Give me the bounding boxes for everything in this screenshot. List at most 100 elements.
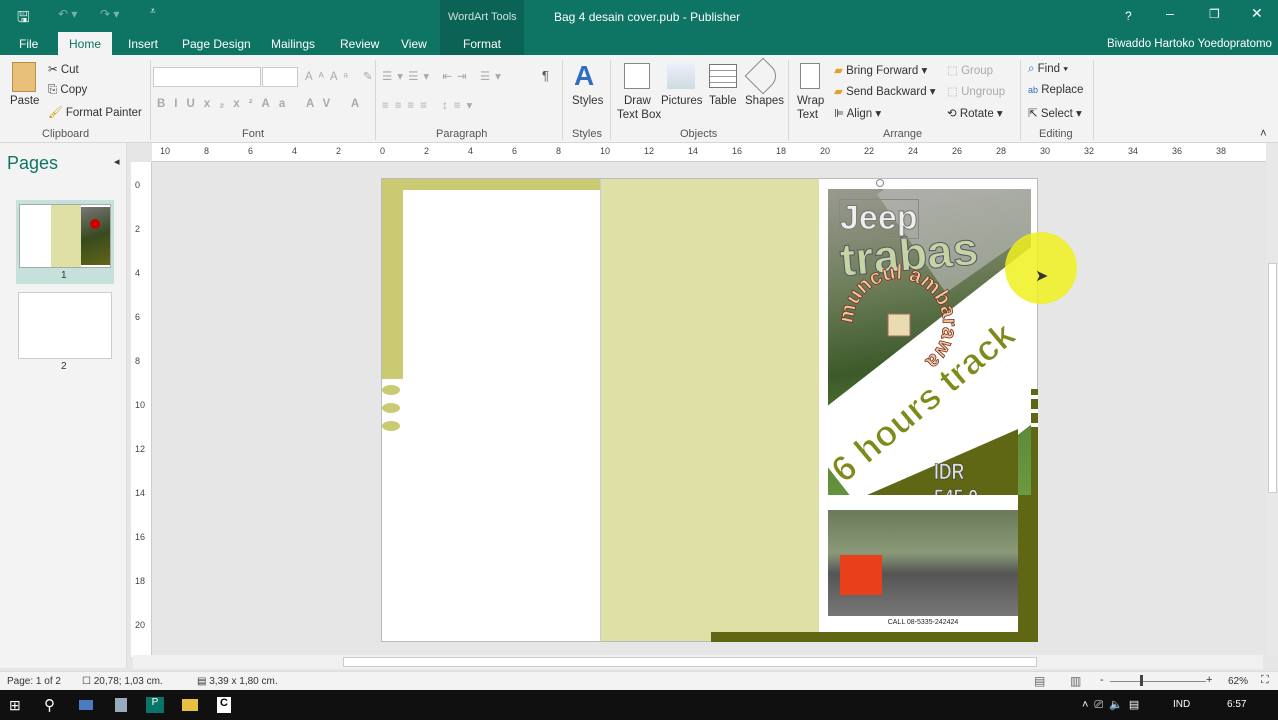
horizontal-scroll-thumb[interactable]	[343, 657, 1037, 667]
format-painter-button[interactable]: 🖌 Format Painter	[48, 105, 142, 119]
cut-label: Cut	[60, 64, 79, 76]
undo-icon[interactable]: ↶ ▾	[58, 7, 77, 21]
ruler-tick-label: 34	[1128, 146, 1139, 156]
group-paragraph: Paragraph	[436, 128, 488, 140]
table-button[interactable]: Table	[709, 95, 737, 107]
close-button[interactable]: ✕	[1251, 5, 1263, 22]
zoom-level[interactable]: 62%	[1228, 676, 1248, 687]
language-indicator[interactable]: IND	[1173, 699, 1190, 710]
two-page-view-icon[interactable]: ▥	[1070, 674, 1081, 688]
select-button[interactable]: ⇱ Select ▾	[1028, 106, 1082, 120]
font-format-buttons[interactable]: BIUx₂x²Aa AV A	[157, 98, 368, 110]
align-icon: ⊫	[834, 108, 845, 120]
middle-panel	[601, 179, 819, 641]
ruler-tick-label: 18	[776, 146, 787, 156]
bring-forward-button[interactable]: ▰ Bring Forward ▾	[834, 63, 927, 77]
tab-mailings[interactable]: Mailings	[271, 37, 315, 51]
styles-icon: A	[574, 60, 595, 91]
draw-text-box-button[interactable]: Draw	[624, 95, 651, 107]
replace-button[interactable]: ab Replace	[1028, 84, 1083, 96]
tab-page-design[interactable]: Page Design	[182, 37, 251, 51]
left-olive-strip	[382, 179, 403, 379]
customize-qat-icon[interactable]: ⩡	[150, 6, 156, 17]
vertical-scrollbar[interactable]	[1266, 143, 1278, 655]
tab-review[interactable]: Review	[340, 37, 379, 51]
minimize-button[interactable]: –	[1166, 5, 1174, 21]
single-page-view-icon[interactable]: ▤	[1034, 674, 1045, 688]
styles-button[interactable]: Styles	[572, 95, 603, 107]
ruler-tick-label: 8	[135, 356, 141, 366]
publisher-taskbar-icon[interactable]: P	[146, 697, 164, 713]
font-size-combobox[interactable]	[262, 67, 298, 87]
task-view-icon[interactable]	[79, 700, 93, 710]
selection-handle[interactable]	[887, 313, 911, 337]
tab-insert[interactable]: Insert	[128, 37, 158, 51]
restore-button[interactable]: ❐	[1209, 7, 1220, 21]
rotate-handle[interactable]	[876, 179, 884, 187]
page-number-1: 1	[61, 270, 67, 281]
ruler-tick-label: 14	[135, 488, 146, 498]
fit-page-icon[interactable]: ⛶	[1261, 674, 1269, 687]
cut-button[interactable]: ✂ Cut	[48, 62, 79, 76]
find-label: Find	[1037, 63, 1061, 75]
bullet-oval	[382, 385, 400, 395]
ruler-tick-label: 4	[292, 146, 298, 156]
wordart-price[interactable]: IDR 545,0	[934, 459, 1012, 495]
find-button[interactable]: ⌕ Find ▾	[1028, 63, 1068, 76]
wrap-text-button[interactable]: Wrap	[797, 95, 824, 107]
zoom-out-button[interactable]: -	[1100, 674, 1104, 686]
zoom-slider-thumb[interactable]	[1139, 675, 1143, 686]
windows-start-icon[interactable]: ⊞	[9, 697, 21, 714]
ruler-tick-label: 8	[556, 146, 562, 156]
tab-format[interactable]: Format	[463, 37, 501, 51]
horizontal-scrollbar[interactable]	[133, 655, 1263, 669]
user-name[interactable]: Biwaddo Hartoko Yoedopratomo	[1107, 38, 1272, 50]
ruler-tick-label: 12	[644, 146, 655, 156]
tab-view[interactable]: View	[401, 37, 427, 51]
system-tray-icons[interactable]: ˄⎚🔈▤	[1082, 698, 1145, 712]
paste-button[interactable]: Paste	[10, 95, 39, 107]
font-name-combobox[interactable]	[153, 67, 261, 87]
horizontal-ruler[interactable]	[152, 143, 1267, 162]
page-thumbnail-2[interactable]	[18, 292, 112, 359]
page-indicator[interactable]: Page: 1 of 2	[7, 676, 61, 687]
save-icon[interactable]: 🖫	[17, 7, 30, 32]
collapse-ribbon-icon[interactable]: ˄	[1260, 128, 1267, 140]
redo-icon[interactable]: ↷ ▾	[100, 7, 119, 21]
vertical-scroll-thumb[interactable]	[1268, 263, 1277, 493]
group-objects: Objects	[680, 128, 718, 140]
page-thumbnail-1[interactable]: 1	[16, 200, 114, 284]
group-photo[interactable]	[828, 510, 1018, 616]
ruler-tick-label: 14	[688, 146, 699, 156]
app-icon[interactable]	[115, 698, 127, 712]
pilcrow-icon[interactable]: ¶	[542, 68, 549, 83]
search-icon[interactable]: ⚲	[44, 696, 55, 714]
draw-text-box-label-2: Text Box	[617, 109, 662, 121]
rotate-button[interactable]: ⟲ Rotate ▾	[947, 106, 1003, 120]
ungroup-label: Ungroup	[961, 86, 1006, 98]
zoom-slider[interactable]	[1110, 681, 1206, 682]
help-button[interactable]: ?	[1125, 9, 1132, 23]
pictures-button[interactable]: Pictures	[661, 95, 703, 107]
send-backward-button[interactable]: ▰ Send Backward ▾	[834, 84, 936, 98]
collapse-pages-icon[interactable]: ◂	[114, 155, 120, 168]
list-indent-buttons[interactable]: ☰▾☰▾ ⇤⇥ ☰▾	[382, 69, 506, 83]
publication-page[interactable]: Jeep trabas muncul ambarawa 6 hours trac…	[381, 178, 1038, 642]
zoom-in-button[interactable]: +	[1206, 674, 1212, 686]
tab-file[interactable]: File	[19, 37, 38, 51]
wrap-text-label-2: Text	[797, 109, 819, 121]
font-size-grow-shrink-icons[interactable]: AᴬAᵃ ✎	[305, 69, 379, 83]
clock[interactable]: 6:57	[1227, 699, 1246, 710]
camtasia-icon[interactable]: C	[217, 697, 231, 713]
copy-button[interactable]: ⎘ Copy	[48, 84, 87, 97]
align-button[interactable]: ⊫ Align ▾	[834, 106, 881, 120]
group-clipboard: Clipboard	[42, 128, 90, 140]
red-jeep-image	[840, 555, 882, 595]
alignment-buttons[interactable]: ≡≡≡≡ ↕≡▾	[382, 98, 478, 112]
file-explorer-icon[interactable]	[182, 699, 198, 711]
ruler-tick-label: 20	[820, 146, 831, 156]
shapes-button[interactable]: Shapes	[745, 95, 784, 107]
ungroup-button[interactable]: ⬚ Ungroup	[947, 84, 1005, 98]
group-button[interactable]: ⬚ Group	[947, 63, 993, 77]
tab-home[interactable]: Home	[58, 32, 112, 55]
